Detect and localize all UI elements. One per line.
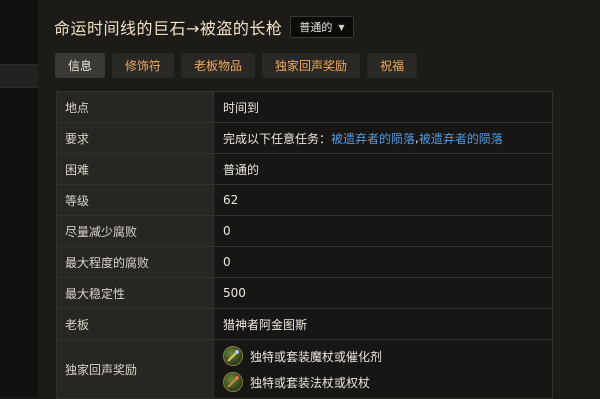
reward-text: 独特或套装法杖或权杖: [250, 375, 371, 390]
difficulty-dropdown[interactable]: 普通的 ▼: [290, 16, 354, 38]
row-label: 等级: [57, 185, 214, 215]
table-row: 要求 完成以下任意任务： 被遗弃者的陨落, 被遗弃者的陨落: [57, 123, 552, 154]
page-title: 命运时间线的巨石→被盗的长枪: [54, 19, 283, 38]
wand-icon: [223, 346, 243, 366]
reward-text: 独特或套装魔杖或催化剂: [250, 349, 383, 364]
row-value: 猎神者阿金图斯: [214, 309, 552, 339]
reward-item[interactable]: 独特或套装法杖或权杖: [223, 372, 382, 392]
row-label: 老板: [57, 309, 214, 339]
table-row: 等级 62: [57, 185, 552, 216]
table-row: 地点 时间到: [57, 92, 552, 123]
row-value: 时间到: [214, 92, 552, 122]
table-row: 尽量减少腐败 0: [57, 216, 552, 247]
rewards-list: 独特或套装魔杖或催化剂 独特或套装法杖或权杖: [223, 346, 382, 392]
table-row: 独家回声奖励 独特或套装魔杖或催化剂 独特或套装法杖或权杖: [57, 340, 552, 399]
requirement-prefix: 完成以下任意任务：: [223, 131, 332, 146]
tab-modifiers[interactable]: 修饰符: [112, 53, 175, 78]
chevron-down-icon: ▼: [338, 22, 345, 32]
row-value: 62: [214, 185, 552, 215]
tab-info[interactable]: 信息: [55, 53, 106, 78]
info-table: 地点 时间到 要求 完成以下任意任务： 被遗弃者的陨落, 被遗弃者的陨落 困难 普通…: [56, 91, 553, 399]
table-row: 最大稳定性 500: [57, 278, 552, 309]
left-sidebar-strip: [0, 0, 38, 397]
rewards-value: 独特或套装魔杖或催化剂 独特或套装法杖或权杖: [214, 340, 552, 398]
tab-blessings[interactable]: 祝福: [367, 53, 418, 78]
staff-icon: [223, 372, 243, 392]
header: 命运时间线的巨石→被盗的长枪 普通的 ▼: [54, 14, 354, 40]
table-row: 老板 猎神者阿金图斯: [57, 309, 552, 340]
quest-link[interactable]: 被遗弃者的陨落: [331, 130, 415, 147]
row-label: 地点: [57, 92, 214, 122]
row-label: 困难: [57, 154, 214, 184]
reward-item[interactable]: 独特或套装魔杖或催化剂: [223, 346, 382, 366]
row-value: 0: [214, 247, 552, 277]
tab-exclusive-echo-rewards[interactable]: 独家回声奖励: [262, 53, 361, 78]
difficulty-selected-value: 普通的: [299, 21, 333, 34]
row-label: 最大程度的腐败: [57, 247, 214, 277]
table-row: 困难 普通的: [57, 154, 552, 185]
tab-bar: 信息 修饰符 老板物品 独家回声奖励 祝福: [55, 53, 418, 78]
row-label: 尽量减少腐败: [57, 216, 214, 246]
dungeon-info-panel: 命运时间线的巨石→被盗的长枪 普通的 ▼ 信息 修饰符 老板物品 独家回声奖励 …: [38, 0, 600, 399]
row-label: 独家回声奖励: [57, 340, 214, 398]
row-value: 0: [214, 216, 552, 246]
row-label: 要求: [57, 123, 214, 153]
row-value: 500: [214, 278, 552, 308]
sidebar-selected-band: [0, 64, 38, 88]
tab-boss-items[interactable]: 老板物品: [181, 53, 256, 78]
requirement-value: 完成以下任意任务： 被遗弃者的陨落, 被遗弃者的陨落: [214, 123, 552, 153]
row-value: 普通的: [214, 154, 552, 184]
quest-link[interactable]: 被遗弃者的陨落: [419, 130, 503, 147]
row-label: 最大稳定性: [57, 278, 214, 308]
table-row: 最大程度的腐败 0: [57, 247, 552, 278]
